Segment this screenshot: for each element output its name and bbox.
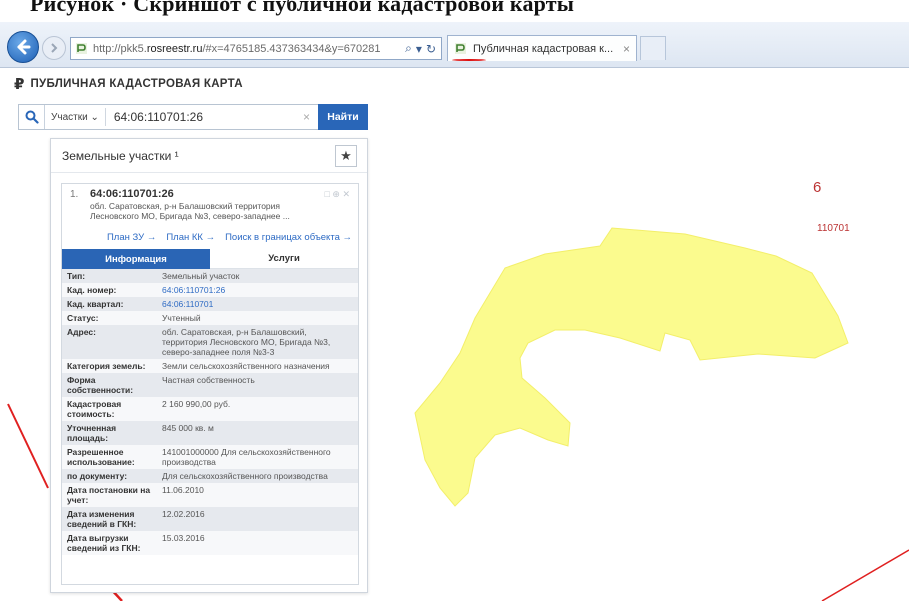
property-row: Категория земель: Земли сельскохозяйствен… <box>62 359 358 373</box>
site-title: ПУБЛИЧНАЯ КАДАСТРОВАЯ КАРТА <box>30 78 243 90</box>
property-value: 12.02.2016 <box>162 509 205 519</box>
tab-favicon-icon <box>455 43 466 54</box>
property-value: 2 160 990,00 руб. <box>162 399 231 409</box>
property-value: Земельный участок <box>162 271 240 281</box>
results-panel: Земельные участки ¹ ★ 1. 64:06:110701:26… <box>50 138 368 593</box>
quarter-code-label: 110701 <box>817 223 850 234</box>
address-url: http://pkk5.rosreestr.ru/#x=4765185.4373… <box>93 42 381 55</box>
property-key: Категория земель: <box>67 361 146 371</box>
property-key: Уточненная площадь: <box>67 423 117 443</box>
clear-icon[interactable]: × <box>303 110 318 124</box>
property-value: Земли сельскохозяйственного назначения <box>162 361 330 371</box>
properties-table: Тип: Земельный участок Кад. номер: 64:06:11… <box>62 269 358 555</box>
property-row: Дата постановки на учет: 11.06.2010 <box>62 483 358 507</box>
search-button[interactable]: Найти <box>318 104 368 130</box>
tab-title: Публичная кадастровая к... <box>473 42 614 55</box>
property-value: 11.06.2010 <box>162 485 204 495</box>
refresh-icon[interactable]: ↻ <box>426 42 436 56</box>
tab-services[interactable]: Услуги <box>210 249 358 269</box>
property-key: по документу: <box>67 471 128 481</box>
property-key: Статус: <box>67 313 99 323</box>
property-key: Кад. квартал: <box>67 299 124 309</box>
red-underline-annotation <box>452 59 486 61</box>
card-links: План ЗУ → План КК → Поиск в границах объ… <box>62 232 358 246</box>
property-row: Дата изменения сведений в ГКН: 12.02.2016 <box>62 507 358 531</box>
arrow-right-icon <box>51 43 58 53</box>
property-row: Статус: Учтенный <box>62 311 358 325</box>
search-input[interactable] <box>105 110 303 124</box>
card-address: обл. Саратовская, р-н Балашовский террит… <box>90 201 290 221</box>
property-row: Кад. квартал: 64:06:110701 <box>62 297 358 311</box>
tab-active[interactable]: Публичная кадастровая к... × <box>447 35 637 61</box>
link-plan-zu[interactable]: План ЗУ → <box>107 232 156 246</box>
parcel-shape[interactable] <box>414 227 849 507</box>
boundary-line-left <box>7 403 49 489</box>
property-value[interactable]: 64:06:110701 <box>157 297 358 311</box>
search-bar: Участки ⌄ × Найти <box>18 104 368 130</box>
search-icon[interactable]: ⌕ <box>405 41 412 56</box>
forward-button[interactable] <box>42 36 66 60</box>
property-key: Форма собственности: <box>67 375 134 395</box>
address-bar[interactable]: http://pkk5.rosreestr.ru/#x=4765185.4373… <box>70 37 442 60</box>
rosreestr-logo-icon[interactable]: ₽ <box>14 75 24 93</box>
property-row: Дата выгрузки сведений из ГКН: 15.03.2016 <box>62 531 358 555</box>
link-plan-kk[interactable]: План КК → <box>166 232 215 246</box>
property-key: Дата постановки на учет: <box>67 485 151 505</box>
property-value[interactable]: 64:06:110701:26 <box>157 283 358 297</box>
property-key: Адрес: <box>67 327 96 337</box>
property-key: Дата выгрузки сведений из ГКН: <box>67 533 141 553</box>
property-key: Разрешенное использование: <box>67 447 135 467</box>
property-value: Частная собственность <box>162 375 255 385</box>
property-value: Для сельскохозяйственного производства <box>162 471 328 481</box>
property-value: обл. Саратовская, р-н Балашовский, терри… <box>162 327 331 357</box>
property-value: Учтенный <box>162 313 201 323</box>
browser-toolbar: http://pkk5.rosreestr.ru/#x=4765185.4373… <box>0 22 909 68</box>
back-button[interactable] <box>7 31 39 63</box>
card-index: 1. <box>70 189 79 200</box>
chevron-down-icon[interactable]: ▾ <box>416 42 422 56</box>
tab-information[interactable]: Информация <box>62 249 210 269</box>
favorite-star-icon[interactable]: ★ <box>335 144 357 167</box>
site-header: ₽ ПУБЛИЧНАЯ КАДАСТРОВАЯ КАРТА <box>14 75 243 93</box>
search-type-select[interactable]: Участки ⌄ <box>45 108 106 126</box>
address-tools: ⌕ ▾ ↻ <box>400 41 441 56</box>
boundary-line-bottom-right <box>821 549 909 601</box>
close-icon[interactable]: × <box>617 42 636 56</box>
property-value: 845 000 кв. м <box>162 423 214 433</box>
property-key: Кадастровая стоимость: <box>67 399 122 419</box>
parcel-card: 1. 64:06:110701:26 обл. Саратовская, р-н… <box>61 183 359 585</box>
property-key: Тип: <box>67 271 86 281</box>
document-caption: Рисунок · Скриншот с публичной кадастров… <box>0 0 909 22</box>
property-row: Адрес: обл. Саратовская, р-н Балашовский,… <box>62 325 358 359</box>
results-title: Земельные участки ¹ <box>62 148 179 163</box>
property-value: 141001000000 Для сельскохозяйственного п… <box>162 447 331 467</box>
property-row: по документу: Для сельскохозяйственного п… <box>62 469 358 483</box>
property-key: Дата изменения сведений в ГКН: <box>67 509 137 529</box>
new-tab-button[interactable] <box>640 36 666 60</box>
search-icon[interactable] <box>19 105 45 129</box>
property-row: Уточненная площадь: 845 000 кв. м <box>62 421 358 445</box>
quarter-number-label: 6 <box>813 179 822 196</box>
property-key: Кад. номер: <box>67 285 117 295</box>
property-row: Кад. номер: 64:06:110701:26 <box>62 283 358 297</box>
property-row: Тип: Земельный участок <box>62 269 358 283</box>
results-header: Земельные участки ¹ ★ <box>51 139 367 173</box>
property-value: 15.03.2016 <box>162 533 205 543</box>
card-header: 1. 64:06:110701:26 обл. Саратовская, р-н… <box>62 184 358 232</box>
site-favicon-icon <box>76 43 87 54</box>
property-row: Кадастровая стоимость: 2 160 990,00 руб. <box>62 397 358 421</box>
property-row: Форма собственности: Частная собственност… <box>62 373 358 397</box>
property-row: Разрешенное использование: 141001000000 Д… <box>62 445 358 469</box>
cadastral-number[interactable]: 64:06:110701:26 <box>90 188 174 200</box>
card-tabs: Информация Услуги <box>62 249 358 269</box>
card-controls-icon[interactable]: □ ⊕ ✕ <box>324 189 350 200</box>
arrow-left-icon <box>17 39 31 55</box>
link-search-in-bounds[interactable]: Поиск в границах объекта → <box>225 232 352 246</box>
